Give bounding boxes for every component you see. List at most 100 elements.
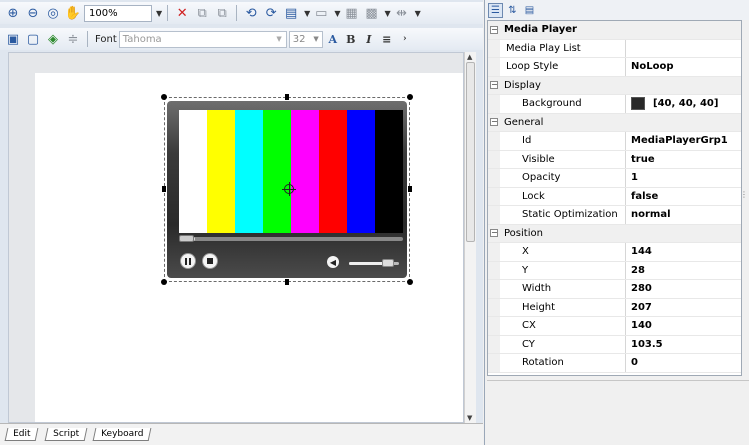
alphabetical-view-icon[interactable]: ⇅ xyxy=(505,3,520,18)
property-value[interactable] xyxy=(626,40,741,58)
resize-handle-left[interactable] xyxy=(162,186,166,192)
zoom-dropdown-icon[interactable]: ▼ xyxy=(156,9,162,18)
property-value[interactable]: 140 xyxy=(626,317,741,335)
grid-dropdown-icon[interactable]: ▼ xyxy=(384,9,390,18)
property-row[interactable]: Media Play List xyxy=(488,39,741,58)
fill-color-icon[interactable]: ◈ xyxy=(44,30,62,48)
property-row[interactable]: X 144 xyxy=(488,243,741,262)
align-icon[interactable]: ▭ xyxy=(312,4,330,22)
seek-knob[interactable] xyxy=(179,235,194,242)
send-backward-icon[interactable]: ⧉ xyxy=(213,4,231,22)
overflow-chevron-icon[interactable]: › xyxy=(397,34,413,44)
property-row[interactable]: Width 280 xyxy=(488,280,741,299)
resize-handle-bottom[interactable] xyxy=(285,279,289,285)
property-value[interactable]: false xyxy=(626,188,741,206)
select-shape-icon[interactable]: ▢ xyxy=(24,30,42,48)
arrange-dropdown-icon[interactable]: ▼ xyxy=(304,9,310,18)
canvas-vertical-scrollbar[interactable]: ▲ ▼ xyxy=(464,52,476,423)
image-icon[interactable]: ▣ xyxy=(4,30,22,48)
font-size-combo[interactable]: 32 ▼ xyxy=(288,30,323,48)
property-value[interactable]: 103.5 xyxy=(626,336,741,354)
property-value[interactable]: 280 xyxy=(626,280,741,298)
property-value[interactable]: MediaPlayerGrp1 xyxy=(626,132,741,150)
chevron-down-icon[interactable]: ▼ xyxy=(276,35,281,43)
pan-hand-icon[interactable]: ✋ xyxy=(64,4,82,22)
property-pages-icon[interactable]: ▤ xyxy=(522,3,537,18)
pause-button[interactable] xyxy=(180,253,196,269)
property-value[interactable]: NoLoop xyxy=(626,58,741,76)
category-general[interactable]: − General xyxy=(488,113,741,132)
tab-keyboard[interactable]: Keyboard xyxy=(92,428,152,441)
align-text-icon[interactable]: ≡ xyxy=(379,33,395,46)
align-dropdown-icon[interactable]: ▼ xyxy=(334,9,340,18)
collapse-icon[interactable]: − xyxy=(490,118,498,127)
italic-button[interactable]: I xyxy=(361,33,377,46)
spacing-dropdown-icon[interactable]: ▼ xyxy=(415,9,421,18)
scroll-thumb[interactable] xyxy=(466,62,475,242)
resize-handle-bottom-left[interactable] xyxy=(161,279,167,285)
delete-icon[interactable]: ✕ xyxy=(173,4,191,22)
bring-forward-icon[interactable]: ⧉ xyxy=(193,4,211,22)
volume-icon[interactable]: ◀ xyxy=(327,256,339,268)
resize-handle-top-left[interactable] xyxy=(161,94,167,100)
property-row[interactable]: Visible true xyxy=(488,150,741,169)
toolbar-separator xyxy=(236,5,238,21)
resize-handle-top[interactable] xyxy=(285,94,289,100)
tab-script[interactable]: Script xyxy=(44,428,88,441)
property-value[interactable]: 28 xyxy=(626,262,741,280)
zoom-combo[interactable]: 100% xyxy=(84,4,152,22)
resize-handle-right[interactable] xyxy=(408,186,412,192)
pane-splitter-grip[interactable]: ⋮ xyxy=(740,190,748,199)
resize-handle-bottom-right[interactable] xyxy=(407,279,413,285)
property-row[interactable]: Id MediaPlayerGrp1 xyxy=(488,132,741,151)
collapse-icon[interactable]: − xyxy=(490,81,498,90)
property-row[interactable]: Opacity 1 xyxy=(488,169,741,188)
property-value[interactable]: 0 xyxy=(626,354,741,372)
grid-icon[interactable]: ▩ xyxy=(362,4,380,22)
color-value: [40, 40, 40] xyxy=(653,98,719,110)
property-row[interactable]: Loop Style NoLoop xyxy=(488,58,741,77)
volume-knob[interactable] xyxy=(381,259,394,267)
line-style-icon[interactable]: ≑ xyxy=(64,30,82,48)
property-value-color[interactable]: [40, 40, 40] xyxy=(626,95,741,113)
property-row[interactable]: Background [40, 40, 40] xyxy=(488,95,741,114)
property-row[interactable]: CY 103.5 xyxy=(488,335,741,354)
property-row[interactable]: Static Optimization normal xyxy=(488,206,741,225)
property-value[interactable]: 1 xyxy=(626,169,741,187)
category-media-player[interactable]: − Media Player xyxy=(488,21,741,40)
property-row[interactable]: Lock false xyxy=(488,187,741,206)
tab-edit[interactable]: Edit xyxy=(4,428,39,441)
zoom-fit-icon[interactable]: ◎ xyxy=(44,4,62,22)
category-display[interactable]: − Display xyxy=(488,76,741,95)
property-row[interactable]: CX 140 xyxy=(488,317,741,336)
collapse-icon[interactable]: − xyxy=(490,25,498,34)
ungroup-icon[interactable]: ⟳ xyxy=(262,4,280,22)
zoom-in-icon[interactable]: ⊕ xyxy=(4,4,22,22)
group-icon[interactable]: ⟲ xyxy=(242,4,260,22)
collapse-icon[interactable]: − xyxy=(490,229,498,238)
property-row[interactable]: Y 28 xyxy=(488,261,741,280)
font-style-icon[interactable]: A xyxy=(325,33,341,46)
media-player-object[interactable]: ◀ xyxy=(161,94,413,285)
font-name-combo[interactable]: Tahoma ▼ xyxy=(118,30,287,48)
property-value[interactable]: 207 xyxy=(626,299,741,317)
property-row[interactable]: Rotation 0 xyxy=(488,354,741,373)
stop-button[interactable] xyxy=(202,253,218,269)
property-value[interactable]: true xyxy=(626,151,741,169)
bold-button[interactable]: B xyxy=(343,33,359,46)
seek-bar[interactable] xyxy=(179,235,403,242)
spacing-icon[interactable]: ⇹ xyxy=(393,4,411,22)
distribute-icon[interactable]: ▦ xyxy=(342,4,360,22)
scroll-up-icon[interactable]: ▲ xyxy=(467,53,472,61)
property-row[interactable]: Height 207 xyxy=(488,298,741,317)
volume-slider[interactable] xyxy=(349,259,399,267)
arrange-icon[interactable]: ▤ xyxy=(282,4,300,22)
chevron-down-icon[interactable]: ▼ xyxy=(313,35,318,43)
categorized-view-icon[interactable]: ☰ xyxy=(488,2,503,18)
resize-handle-top-right[interactable] xyxy=(407,94,413,100)
zoom-out-icon[interactable]: ⊖ xyxy=(24,4,42,22)
scroll-down-icon[interactable]: ▼ xyxy=(467,414,472,422)
property-value[interactable]: normal xyxy=(626,206,741,224)
category-position[interactable]: − Position xyxy=(488,224,741,243)
property-value[interactable]: 144 xyxy=(626,243,741,261)
